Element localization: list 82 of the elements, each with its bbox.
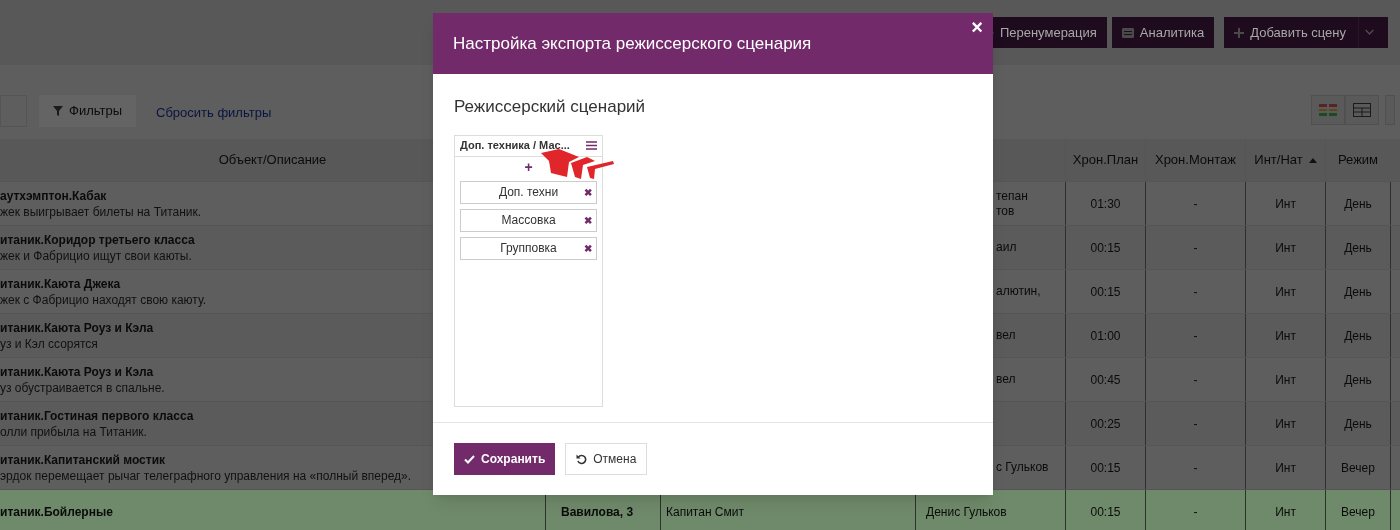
plan-time-cell-text: 01:00 bbox=[1090, 327, 1121, 345]
section-title: Режиссерский сценарий bbox=[454, 96, 647, 118]
character-cell-text: Капитан Смит bbox=[666, 503, 744, 521]
int-nat-cell-text: Инт bbox=[1275, 371, 1296, 389]
scene-title: итаник.Капитанский мостик bbox=[0, 451, 166, 468]
table-icon bbox=[1353, 103, 1371, 117]
scene-description: жек и Фабрицио ищут свои каюты. bbox=[0, 247, 192, 264]
remove-button[interactable]: ✖ bbox=[584, 212, 592, 228]
montage-time-cell-text: - bbox=[1193, 459, 1198, 477]
list-item[interactable]: Массовка ✖ bbox=[460, 208, 597, 232]
int-nat-cell-text: Инт bbox=[1275, 283, 1296, 301]
plan-time-cell-text: 00:15 bbox=[1090, 459, 1121, 477]
plan-time-cell-text: 01:30 bbox=[1090, 195, 1121, 213]
location-cell-text: Вавилова, 3 bbox=[561, 503, 634, 521]
crew-cell-text: Денис Гульков bbox=[925, 503, 1007, 521]
montage-time-cell-text: - bbox=[1193, 503, 1198, 521]
int-nat-cell-text: Инт bbox=[1275, 195, 1296, 213]
toolbar-button[interactable]: Добавить сцену bbox=[1224, 17, 1388, 48]
color-view-button[interactable] bbox=[1311, 95, 1345, 125]
scene-title: итаник.Коридор третьего класса bbox=[0, 231, 195, 248]
crew-cell: алютин, bbox=[996, 284, 1041, 299]
save-button[interactable]: Сохранить bbox=[454, 443, 556, 475]
list-item[interactable]: Доп. техни ✖ bbox=[460, 180, 597, 204]
mode-cell-text: День bbox=[1344, 239, 1372, 257]
mode-cell-text: Вечер bbox=[1341, 459, 1375, 477]
remove-button[interactable]: ✖ bbox=[584, 184, 592, 200]
crew-cell: тепан тов bbox=[996, 188, 1028, 219]
scene-description: жек выигрывает билеты на Титаник. bbox=[0, 203, 202, 220]
scene-description: олли прибыла на Титаник. bbox=[0, 423, 147, 440]
colored-rows-icon bbox=[1319, 104, 1337, 116]
close-button[interactable]: × bbox=[971, 17, 983, 37]
scene-description: жек с Фабрицио находят свою каюту. bbox=[0, 291, 207, 308]
mode-cell-text: День bbox=[1344, 415, 1372, 433]
plan-time-cell-text: 00:25 bbox=[1090, 415, 1121, 433]
plus-icon bbox=[1234, 27, 1245, 38]
plan-time-cell-text: 00:15 bbox=[1090, 283, 1121, 301]
int-nat-cell-text: Инт bbox=[1275, 239, 1296, 257]
montage-time-cell-text: - bbox=[1193, 195, 1198, 213]
scene-description: уз и Кэл ссорятся bbox=[0, 335, 98, 352]
mode-cell-text: День bbox=[1344, 195, 1372, 213]
montage-time-cell-text: - bbox=[1193, 239, 1198, 257]
crew-cell: с Гульков bbox=[996, 460, 1049, 475]
remove-button[interactable]: ✖ bbox=[584, 240, 592, 256]
int-nat-cell-text: Инт bbox=[1275, 415, 1296, 433]
plan-time-cell-text: 00:15 bbox=[1090, 503, 1121, 521]
scene-title: итаник.Каюта Роуз и Кэла bbox=[0, 319, 154, 336]
int-nat-cell-text: Инт bbox=[1275, 327, 1296, 345]
crew-cell: вел bbox=[996, 328, 1016, 343]
montage-time-cell-text: - bbox=[1193, 371, 1198, 389]
mode-cell-text: Вечер bbox=[1341, 503, 1375, 521]
scene-title: итаник.Гостиная первого класса bbox=[0, 407, 194, 424]
mode-cell-text: День bbox=[1344, 371, 1372, 389]
table-view-button[interactable] bbox=[1345, 95, 1379, 125]
check-icon bbox=[464, 454, 475, 464]
int-nat-cell-text: Инт bbox=[1275, 503, 1296, 521]
undo-icon bbox=[576, 453, 588, 465]
sort-up-icon bbox=[1308, 157, 1317, 163]
mode-cell-text: День bbox=[1344, 283, 1372, 301]
scene-description: уз обустраивается в спальне. bbox=[0, 379, 165, 396]
toolbar-button[interactable]: Аналитика bbox=[1111, 17, 1215, 48]
cancel-button[interactable]: Отмена bbox=[565, 443, 648, 475]
crew-cell: вел bbox=[996, 372, 1016, 387]
keyboard-icon bbox=[1121, 27, 1134, 38]
plan-time-cell-text: 00:15 bbox=[1090, 239, 1121, 257]
montage-time-cell-text: - bbox=[1193, 415, 1198, 433]
scene-title: итаник.Бойлерные bbox=[0, 503, 113, 520]
menu-icon[interactable] bbox=[586, 141, 597, 150]
panel-header: Доп. техника / Мас... bbox=[460, 138, 570, 154]
add-button[interactable]: + bbox=[524, 157, 533, 176]
plan-time-cell-text: 00:45 bbox=[1090, 371, 1121, 389]
funnel-icon bbox=[53, 106, 63, 116]
scene-title: итаник.Каюта Роуз и Кэла bbox=[0, 363, 154, 380]
crew-cell: аил bbox=[996, 240, 1017, 255]
montage-time-cell-text: - bbox=[1193, 283, 1198, 301]
scene-title: итаник.Каюта Джека bbox=[0, 275, 121, 292]
dialog-title: Настройка экспорта режиссерского сценария bbox=[453, 32, 812, 55]
int-nat-cell-text: Инт bbox=[1275, 459, 1296, 477]
list-item[interactable]: Групповка ✖ bbox=[460, 236, 597, 260]
mode-cell-text: День bbox=[1344, 327, 1372, 345]
scene-description: эрдок перемещает рычаг телеграфного управления на «полный вперед». bbox=[0, 467, 412, 484]
montage-time-cell-text: - bbox=[1193, 327, 1198, 345]
scene-title: аутхэмптон.Кабак bbox=[0, 187, 107, 204]
